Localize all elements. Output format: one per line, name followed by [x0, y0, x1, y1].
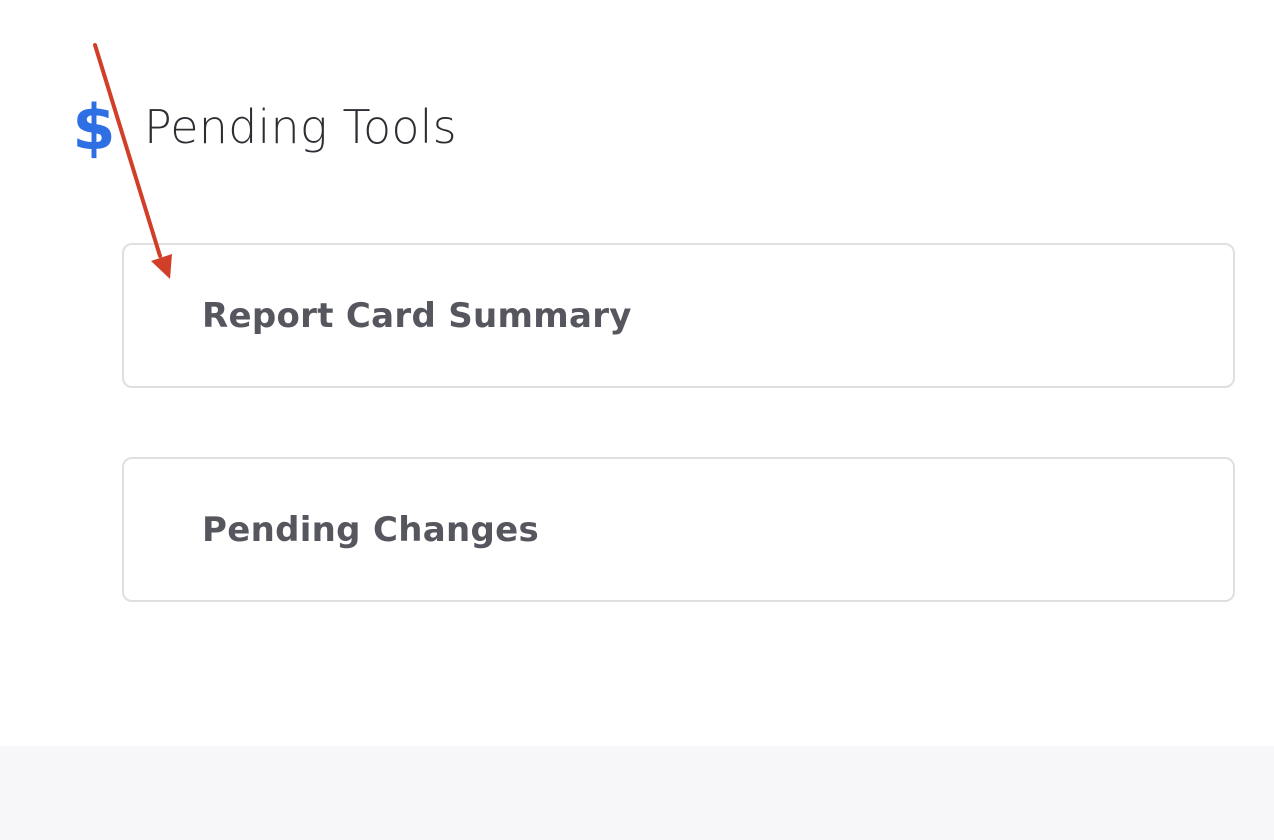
- dollar-icon-glyph: $: [72, 95, 115, 159]
- tool-card-report-card-summary[interactable]: Report Card Summary: [122, 243, 1235, 388]
- tool-card-pending-changes[interactable]: Pending Changes: [122, 457, 1235, 602]
- page-title: Pending Tools: [144, 100, 457, 154]
- dollar-icon-svg: $: [72, 95, 115, 159]
- page-content: $ Pending Tools Report Card Summary Pend…: [0, 0, 1274, 746]
- tool-card-label: Pending Changes: [202, 509, 539, 550]
- tool-card-label: Report Card Summary: [202, 295, 632, 336]
- page-header: $ Pending Tools: [72, 92, 457, 162]
- dollar-icon: $: [72, 95, 116, 159]
- footer-band: [0, 746, 1274, 840]
